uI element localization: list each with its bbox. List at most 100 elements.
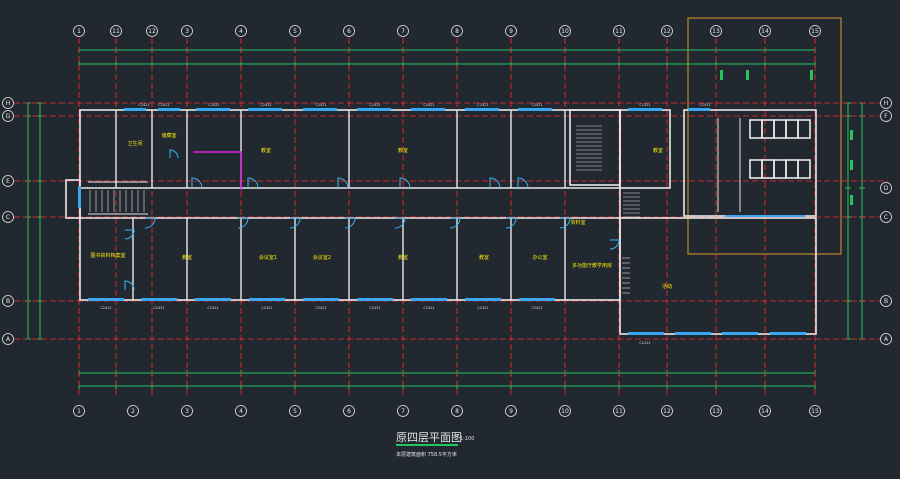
door-swing: [344, 217, 356, 229]
window-tag: C2421: [153, 306, 164, 310]
door-swing: [237, 217, 249, 229]
window: [519, 298, 555, 301]
window-tag: C2421: [531, 306, 542, 310]
floor-plan-drawing: 1 11 12 3 4 5 6 7 8 9 10 11 12 13 14 15 1 2 3 4 5 6 7 8 9 10 11 12 1…: [0, 0, 900, 475]
room-label-r13: 资料室: [570, 219, 585, 226]
window: [196, 108, 230, 111]
axis-bubble-label: 11: [615, 28, 623, 35]
window-tag: C2421: [477, 306, 488, 310]
axis-bubble-label: 15: [811, 408, 819, 415]
axis-bubble-label: 7: [401, 408, 405, 415]
door-swing: [517, 177, 529, 189]
toilet-cubicle: [761, 159, 775, 179]
window: [688, 108, 710, 111]
axis-bubble-label: G: [6, 113, 11, 120]
axis-bubble-label: 4: [239, 408, 243, 415]
window: [303, 108, 337, 111]
axis-bubble-label: C: [884, 214, 888, 221]
axis-bubble-label: 9: [509, 408, 513, 415]
axis-bubble-label: 14: [761, 408, 769, 415]
room-label-r7: 教室: [182, 254, 192, 261]
window-tag: C2421: [138, 103, 149, 107]
axis-bubble-label: D: [884, 185, 889, 192]
window: [465, 108, 499, 111]
door-swing: [609, 239, 620, 250]
drawing-scale: 1:100: [460, 436, 475, 442]
window-tag: C2421: [260, 103, 271, 107]
stairwell: [569, 109, 621, 186]
toilet-cubicle: [773, 119, 787, 139]
dimension-marker: [810, 70, 813, 80]
axis-bubble-label: 13: [712, 28, 720, 35]
room-label-r14: 多功能厅教学用房: [572, 262, 612, 269]
toilet-cubicle: [785, 159, 799, 179]
outer-wall-activity: [619, 217, 817, 335]
window-tag: C2421: [158, 103, 169, 107]
axis-bubble-label: 3: [185, 28, 189, 35]
door-swing: [144, 217, 156, 229]
window: [465, 298, 501, 301]
axis-bubble-label: 12: [148, 28, 156, 35]
window: [158, 108, 180, 111]
axis-bubble-label: H: [884, 100, 889, 107]
stair-protrusion: [65, 179, 81, 219]
dimension-marker: [850, 130, 853, 140]
window: [249, 298, 285, 301]
axis-bubble-label: 2: [131, 408, 135, 415]
window: [88, 298, 124, 301]
window: [722, 332, 758, 335]
window: [770, 332, 806, 335]
axis-bubble-label: C: [6, 214, 10, 221]
window: [195, 298, 231, 301]
room-label-r9: 会议室2: [313, 254, 331, 261]
window-tag: C2421: [639, 341, 650, 345]
axis-bubble-label: 9: [509, 28, 513, 35]
window: [411, 298, 447, 301]
window: [248, 108, 282, 111]
window: [124, 108, 146, 111]
door-swing: [247, 177, 259, 189]
axis-bubble-label: 7: [401, 28, 405, 35]
door-swing: [449, 217, 461, 229]
window-tag: C2421: [100, 306, 111, 310]
axis-bubble-label: 14: [761, 28, 769, 35]
room-label-r2: 储藏室: [161, 132, 176, 139]
window-tag: C2421: [369, 306, 380, 310]
axis-bubble-label: F: [884, 113, 888, 120]
window: [357, 108, 391, 111]
room-label-r1: 卫生间: [127, 140, 142, 147]
door-swing: [169, 149, 179, 159]
window-tag: C2421: [477, 103, 488, 107]
dimension-marker: [746, 70, 749, 80]
window: [411, 108, 445, 111]
axis-bubble-label: 1: [77, 28, 81, 35]
window: [628, 108, 662, 111]
window-tag: C2421: [369, 103, 380, 107]
axis-bubble-label: 5: [293, 28, 297, 35]
window: [518, 108, 552, 111]
window-tag: C2421: [315, 306, 326, 310]
toilet-cubicle: [797, 159, 811, 179]
door-swing: [337, 177, 349, 189]
axis-bubble-label: 5: [293, 408, 297, 415]
axis-bubble-label: 6: [347, 408, 351, 415]
dimension-marker: [850, 195, 853, 205]
window: [78, 186, 81, 208]
magenta-fitting: [193, 151, 242, 190]
toilet-cubicle: [785, 119, 799, 139]
axis-bubble-label: 8: [455, 408, 459, 415]
dimension-marker: [720, 70, 723, 80]
window: [675, 332, 711, 335]
room-label-r3: 教室: [261, 147, 271, 154]
room-label-r8: 会议室1: [259, 254, 277, 261]
door-swing: [191, 177, 203, 189]
axis-bubble-label: 11: [615, 408, 623, 415]
axis-bubble-label: 3: [185, 408, 189, 415]
window: [141, 298, 177, 301]
room-label-r6: 图书资料档案室: [90, 252, 125, 259]
room-label-r11: 教室: [479, 254, 489, 261]
door-swing: [399, 177, 411, 189]
window: [357, 298, 393, 301]
window: [628, 332, 664, 335]
axis-bubble-label: 6: [347, 28, 351, 35]
